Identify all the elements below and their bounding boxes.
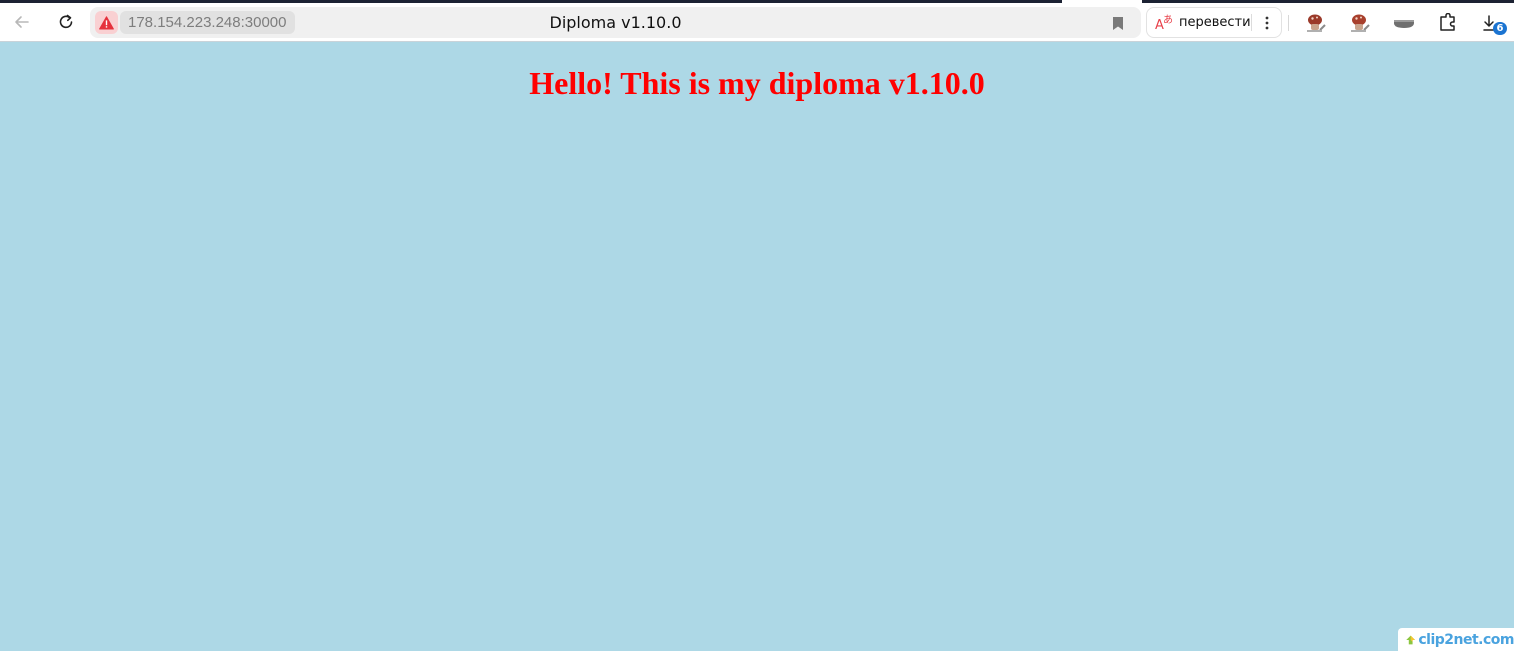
translate-icon: A あ (1155, 13, 1175, 33)
translate-label: перевести (1179, 15, 1251, 30)
extensions-button[interactable] (1435, 10, 1461, 36)
bookmark-button[interactable] (1109, 14, 1127, 32)
reload-button[interactable] (53, 9, 79, 35)
arrow-left-icon (15, 16, 29, 28)
security-warning-button[interactable] (95, 11, 118, 34)
translate-divider (1251, 14, 1252, 31)
watermark-text: clip2net.com (1418, 631, 1514, 648)
browser-toolbar: 178.154.223.248:30000 Diploma v1.10.0 A … (0, 3, 1514, 42)
back-button[interactable] (9, 9, 35, 35)
bookmark-icon (1113, 16, 1123, 30)
toolbar-divider (1288, 15, 1289, 31)
extension-button-1[interactable] (1303, 10, 1329, 36)
translate-control: A あ перевести (1146, 7, 1282, 38)
svg-text:あ: あ (1163, 14, 1173, 26)
address-bar[interactable]: 178.154.223.248:30000 Diploma v1.10.0 (90, 7, 1141, 38)
url-text[interactable]: 178.154.223.248:30000 (120, 11, 295, 34)
more-vertical-icon (1265, 16, 1269, 29)
mushroom-character-icon (1307, 14, 1326, 32)
downloads-button[interactable]: 6 (1479, 10, 1507, 36)
extension-button-3[interactable] (1391, 10, 1417, 36)
warning-icon (99, 15, 114, 29)
hat-icon (1394, 20, 1414, 28)
upload-arrow-icon (1406, 635, 1416, 644)
page-content: Hello! This is my diploma v1.10.0 (0, 43, 1514, 651)
translate-more-button[interactable] (1255, 8, 1279, 37)
page-heading: Hello! This is my diploma v1.10.0 (529, 65, 985, 101)
downloads-count-badge: 6 (1493, 22, 1507, 35)
translate-button[interactable]: A あ перевести (1147, 8, 1251, 37)
puzzle-piece-icon (1440, 13, 1455, 31)
reload-icon (59, 14, 73, 29)
mushroom-character-icon (1351, 14, 1370, 32)
extension-button-2[interactable] (1347, 10, 1373, 36)
clip2net-watermark[interactable]: clip2net.com (1398, 628, 1514, 651)
